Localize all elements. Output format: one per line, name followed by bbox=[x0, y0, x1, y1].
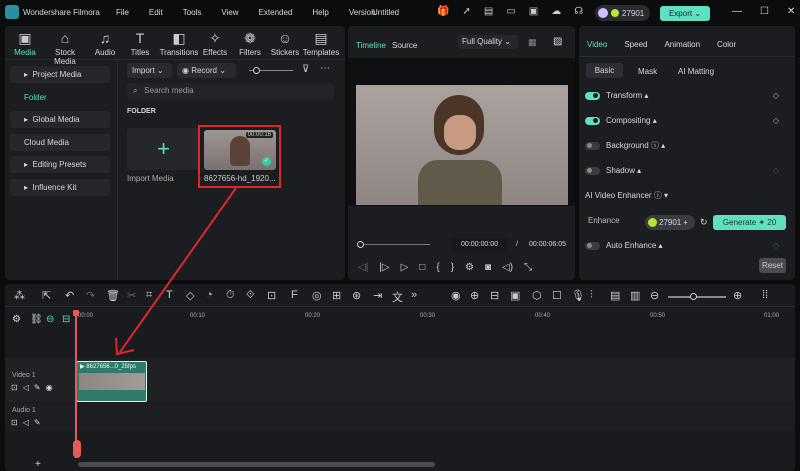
annotation-arrow bbox=[115, 187, 237, 356]
